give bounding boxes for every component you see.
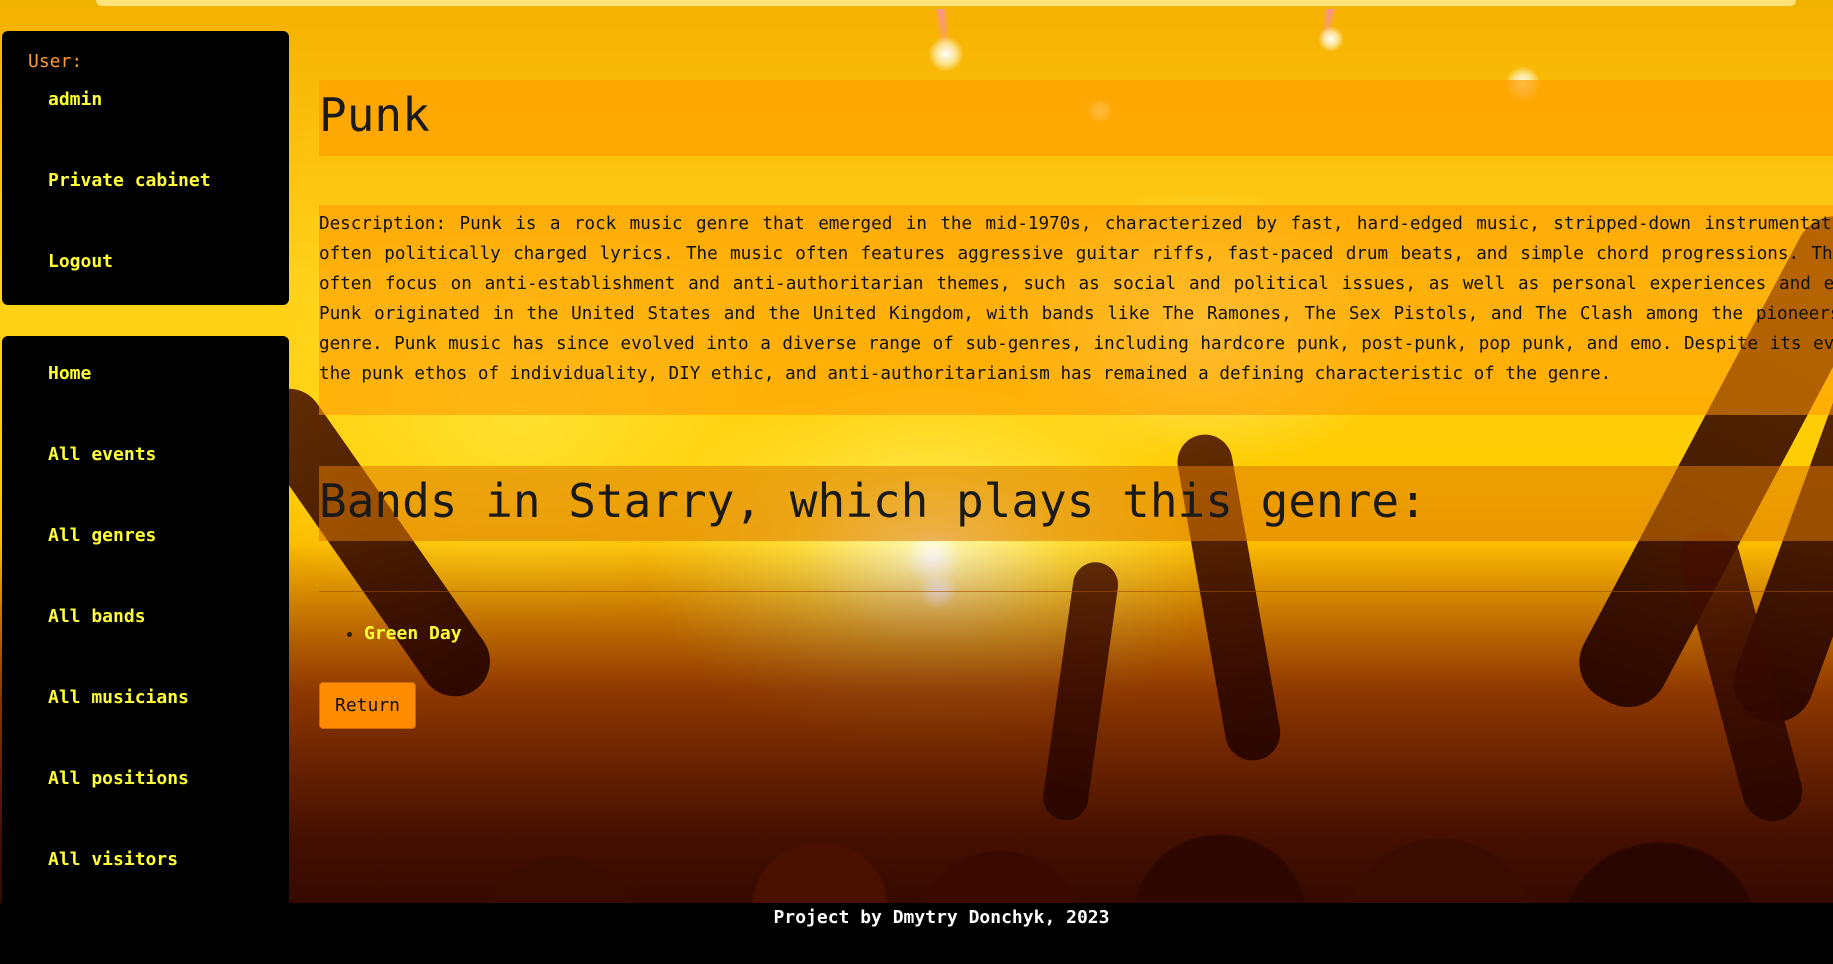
footer: Project by Dmytry Donchyk, 2023: [0, 903, 1833, 964]
section-divider: [319, 591, 1833, 592]
user-panel: User: admin Private cabinet Logout: [2, 31, 289, 305]
band-list: Green Day: [319, 623, 462, 644]
genre-description-box: Description: Punk is a rock music genre …: [319, 205, 1833, 415]
username-link[interactable]: admin: [48, 89, 102, 110]
nav-item-all-genres[interactable]: All genres: [48, 525, 156, 546]
list-item: Green Day: [364, 623, 462, 644]
genre-title-box: Punk: [319, 80, 1833, 156]
browser-top-bar: [0, 0, 1833, 9]
bands-heading: Bands in Starry, which plays this genre:: [319, 474, 1427, 528]
bands-heading-box: Bands in Starry, which plays this genre:: [319, 466, 1833, 541]
nav-item-all-bands[interactable]: All bands: [48, 606, 146, 627]
genre-description: Description: Punk is a rock music genre …: [319, 214, 1833, 384]
logout-link[interactable]: Logout: [48, 251, 113, 272]
nav-item-all-visitors[interactable]: All visitors: [48, 849, 178, 870]
band-link[interactable]: Green Day: [364, 623, 462, 644]
nav-item-all-musicians[interactable]: All musicians: [48, 687, 189, 708]
nav-item-all-events[interactable]: All events: [48, 444, 156, 465]
footer-text: Project by Dmytry Donchyk, 2023: [773, 907, 1110, 928]
genre-title: Punk: [319, 88, 430, 142]
private-cabinet-link[interactable]: Private cabinet: [48, 170, 211, 191]
nav-sidebar: Home All events All genres All bands All…: [2, 336, 289, 903]
nav-item-all-positions[interactable]: All positions: [48, 768, 189, 789]
user-label: User:: [28, 51, 83, 72]
return-button[interactable]: Return: [319, 682, 416, 729]
nav-item-home[interactable]: Home: [48, 363, 91, 384]
